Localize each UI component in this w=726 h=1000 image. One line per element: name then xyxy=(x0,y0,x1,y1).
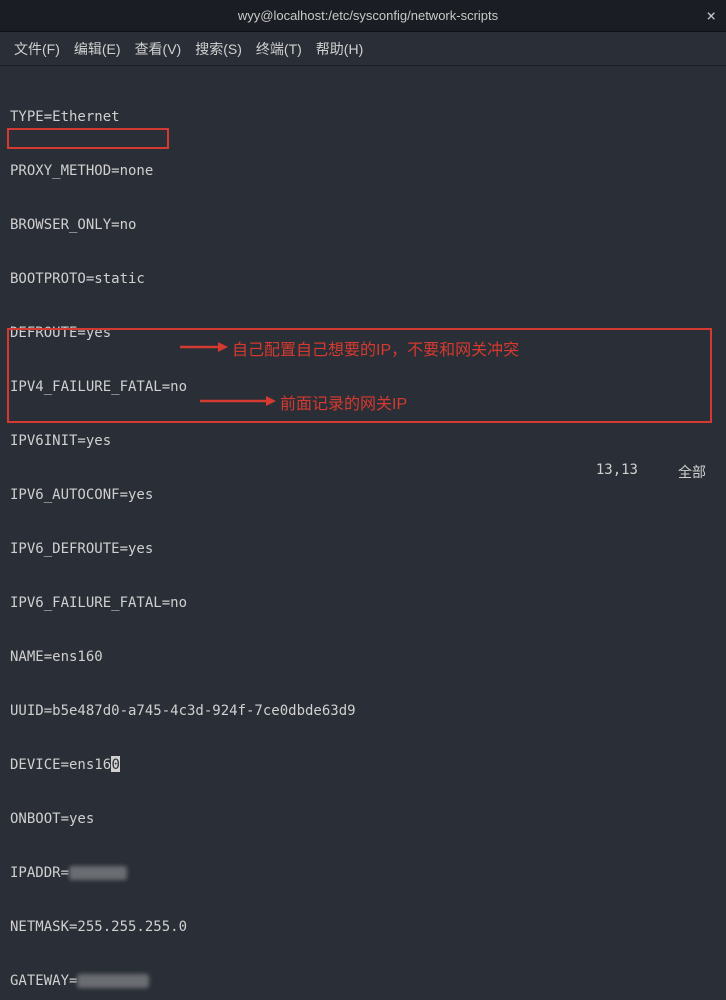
config-line: UUID=b5e487d0-a745-4c3d-924f-7ce0dbde63d… xyxy=(10,702,716,720)
config-line: IPV6_DEFROUTE=yes xyxy=(10,540,716,558)
annotation-ip: 自己配置自己想要的IP，不要和网关冲突 xyxy=(232,336,519,360)
config-line: PROXY_METHOD=none xyxy=(10,162,716,180)
config-line: IPV6_AUTOCONF=yes xyxy=(10,486,716,504)
blurred-gateway xyxy=(77,974,149,988)
terminal-content[interactable]: TYPE=Ethernet PROXY_METHOD=none BROWSER_… xyxy=(0,66,726,1000)
config-line: BOOTPROTO=static xyxy=(10,270,716,288)
close-icon[interactable]: × xyxy=(686,6,716,25)
blurred-ip xyxy=(69,866,127,880)
config-line: IPV6INIT=yes xyxy=(10,432,716,450)
cursor-position: 13,13 xyxy=(596,462,638,482)
device-prefix: DEVICE=ens16 xyxy=(10,757,111,773)
menu-bar: 文件(F) 编辑(E) 查看(V) 搜索(S) 终端(T) 帮助(H) xyxy=(0,32,726,66)
ipaddr-label: IPADDR= xyxy=(10,865,69,881)
menu-view[interactable]: 查看(V) xyxy=(135,39,182,59)
config-line: BROWSER_ONLY=no xyxy=(10,216,716,234)
config-line: NETMASK=255.255.255.0 xyxy=(10,918,716,936)
annotation-gateway: 前面记录的网关IP xyxy=(280,390,407,414)
config-line: TYPE=Ethernet xyxy=(10,108,716,126)
scroll-mode: 全部 xyxy=(678,462,706,482)
config-line: DEVICE=ens160 xyxy=(10,756,716,774)
menu-terminal[interactable]: 终端(T) xyxy=(256,39,302,59)
config-line: ONBOOT=yes xyxy=(10,810,716,828)
menu-search[interactable]: 搜索(S) xyxy=(195,39,242,59)
gateway-label: GATEWAY= xyxy=(10,973,77,989)
window-title: wyy@localhost:/etc/sysconfig/network-scr… xyxy=(50,8,686,23)
menu-file[interactable]: 文件(F) xyxy=(14,39,60,59)
config-line: NAME=ens160 xyxy=(10,648,716,666)
menu-edit[interactable]: 编辑(E) xyxy=(74,39,121,59)
title-bar: wyy@localhost:/etc/sysconfig/network-scr… xyxy=(0,0,726,32)
config-line: GATEWAY= xyxy=(10,972,716,990)
config-line: IPADDR= xyxy=(10,864,716,882)
config-line: IPV6_FAILURE_FATAL=no xyxy=(10,594,716,612)
vim-status-bar: 13,13 全部 xyxy=(596,462,706,482)
cursor: 0 xyxy=(111,756,120,772)
menu-help[interactable]: 帮助(H) xyxy=(316,39,363,59)
